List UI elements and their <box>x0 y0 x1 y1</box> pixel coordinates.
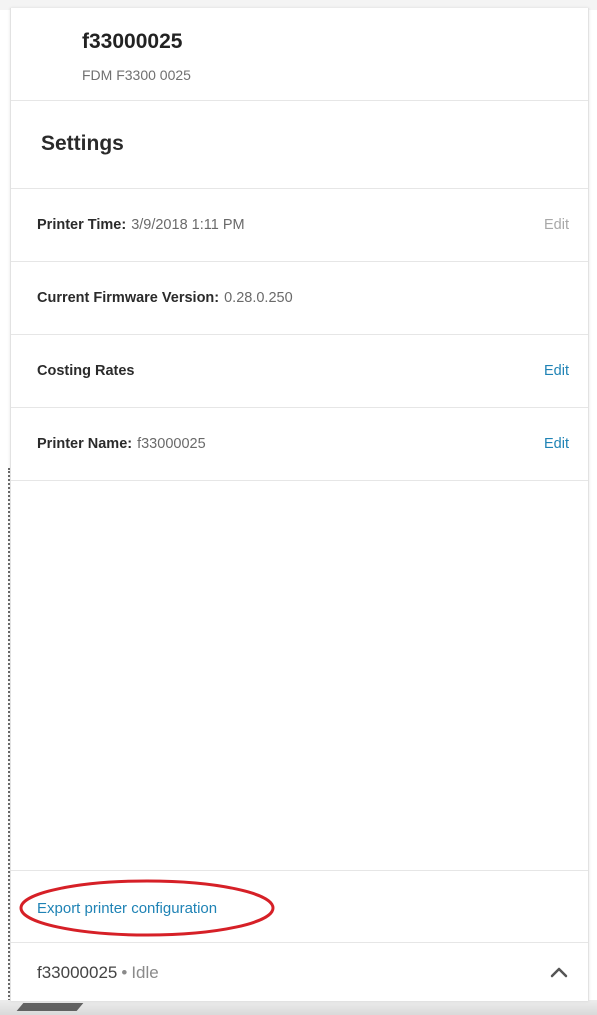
printer-model-subtitle: FDM F3300 0025 <box>82 67 191 83</box>
printer-settings-panel: f33000025 FDM F3300 0025 Settings Printe… <box>10 8 589 1001</box>
settings-section-header: Settings <box>11 100 588 189</box>
printer-time-value: 3/9/2018 1:11 PM <box>131 217 245 233</box>
chevron-up-icon[interactable] <box>544 957 574 987</box>
printer-status-bar[interactable]: f33000025 • Idle <box>11 942 588 1002</box>
setting-row-label: Costing Rates <box>37 363 135 379</box>
printer-id-title: f33000025 <box>82 30 183 53</box>
export-section: Export printer configuration <box>11 870 588 943</box>
costing-rates-edit-button[interactable]: Edit <box>544 363 569 379</box>
export-printer-configuration-link[interactable]: Export printer configuration <box>37 900 217 917</box>
printer-name-value: f33000025 <box>137 436 206 452</box>
printer-state: Idle <box>131 963 159 982</box>
status-printer-id: f33000025 <box>37 963 118 982</box>
firmware-version-value: 0.28.0.250 <box>224 290 293 306</box>
setting-row-label: Printer Name: f33000025 <box>37 436 206 452</box>
printer-time-label: Printer Time: <box>37 217 127 233</box>
printer-name-edit-button[interactable]: Edit <box>544 436 569 452</box>
background-bottom-stroke <box>16 1003 84 1011</box>
printer-time-edit-button[interactable]: Edit <box>544 217 569 233</box>
printer-name-label: Printer Name: <box>37 436 133 452</box>
firmware-version-label: Current Firmware Version: <box>37 290 220 306</box>
status-separator: • <box>121 963 128 982</box>
setting-row-label: Current Firmware Version: 0.28.0.250 <box>37 290 293 306</box>
setting-row-printer-name: Printer Name: f33000025 Edit <box>11 408 588 481</box>
costing-rates-label: Costing Rates <box>37 363 135 379</box>
background-bottom-area <box>0 1000 597 1015</box>
setting-row-firmware-version: Current Firmware Version: 0.28.0.250 <box>11 262 588 335</box>
setting-row-costing-rates: Costing Rates Edit <box>11 335 588 408</box>
printer-header: f33000025 FDM F3300 0025 <box>11 8 588 101</box>
settings-title: Settings <box>41 132 124 155</box>
setting-row-label: Printer Time: 3/9/2018 1:11 PM <box>37 217 245 233</box>
printer-status-text: f33000025 • Idle <box>37 963 159 983</box>
setting-row-printer-time: Printer Time: 3/9/2018 1:11 PM Edit <box>11 189 588 262</box>
